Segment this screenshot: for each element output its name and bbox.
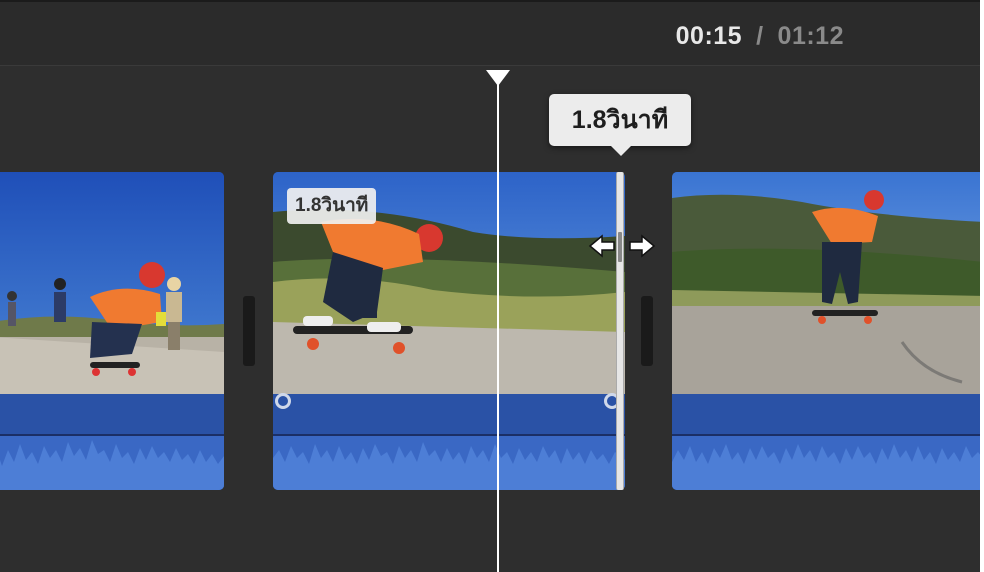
- transition-gap-handle-right[interactable]: [641, 296, 653, 366]
- clip-selected-audio: [273, 394, 625, 490]
- clip-left-thumbnail: [0, 172, 224, 394]
- playhead-line[interactable]: [497, 82, 499, 572]
- playhead-triangle-icon[interactable]: [486, 70, 510, 86]
- clip-left[interactable]: [0, 172, 224, 490]
- trim-duration-tooltip: 1.8วินาที: [549, 94, 691, 156]
- clip-right-audio: [672, 394, 980, 490]
- clip-left-audio: [0, 394, 224, 490]
- timecode-display: 00:15 / 01:12: [676, 22, 844, 51]
- timeline-window: 00:15 / 01:12 1.8วินาที 1.8วินาที: [0, 0, 980, 572]
- clip-trim-handle[interactable]: [616, 172, 624, 490]
- window-edge: [980, 0, 984, 572]
- timeline-header: 00:15 / 01:12: [0, 2, 980, 66]
- total-time: 01:12: [777, 22, 844, 50]
- clip-right-thumbnail: [672, 172, 980, 394]
- clip-duration-label: 1.8วินาที: [287, 188, 377, 224]
- time-separator: /: [756, 22, 764, 50]
- resize-horizontal-icon: [588, 232, 656, 260]
- fade-in-handle[interactable]: [275, 393, 291, 409]
- current-time: 00:15: [675, 22, 743, 50]
- transition-gap-handle-left[interactable]: [243, 296, 255, 366]
- clip-right[interactable]: [672, 172, 980, 490]
